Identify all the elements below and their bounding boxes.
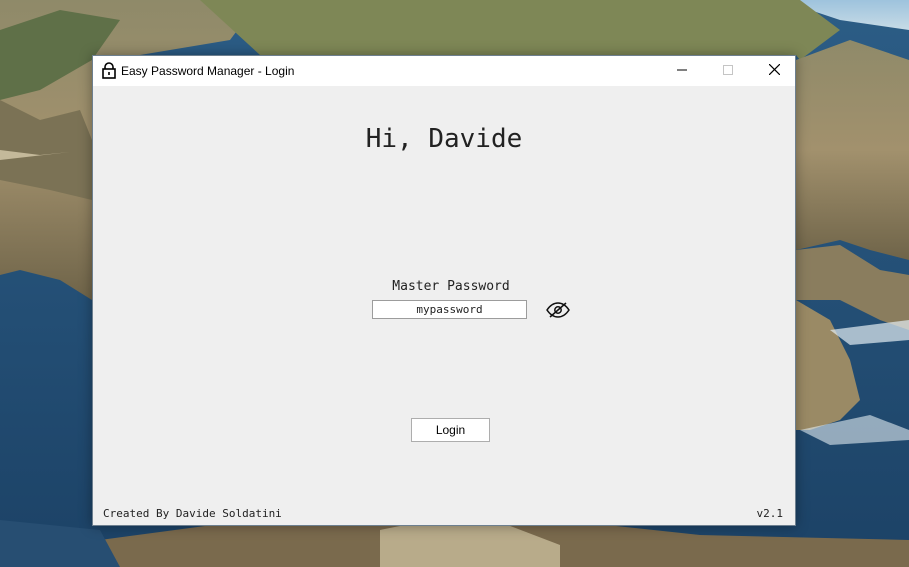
toggle-password-visibility-button[interactable] (545, 300, 571, 320)
login-form: Hi, Davide Master Password Login Created… (93, 86, 795, 525)
login-button[interactable]: Login (411, 418, 490, 442)
title-bar[interactable]: Easy Password Manager - Login (93, 56, 795, 86)
login-window: Easy Password Manager - Login Hi, Davide… (92, 55, 796, 526)
credit-text: Created By Davide Soldatini (103, 507, 282, 520)
greeting-heading: Hi, Davide (365, 124, 523, 154)
eye-slash-icon (545, 302, 571, 324)
master-password-label: Master Password (392, 279, 510, 294)
close-button[interactable] (751, 56, 797, 86)
maximize-button[interactable] (705, 56, 751, 86)
window-title: Easy Password Manager - Login (121, 64, 295, 78)
master-password-input[interactable] (372, 300, 527, 319)
version-label: v2.1 (756, 507, 784, 520)
close-icon (768, 62, 780, 80)
lock-icon (101, 62, 117, 79)
maximize-icon (723, 62, 733, 80)
minimize-icon (677, 62, 687, 80)
minimize-button[interactable] (659, 56, 705, 86)
